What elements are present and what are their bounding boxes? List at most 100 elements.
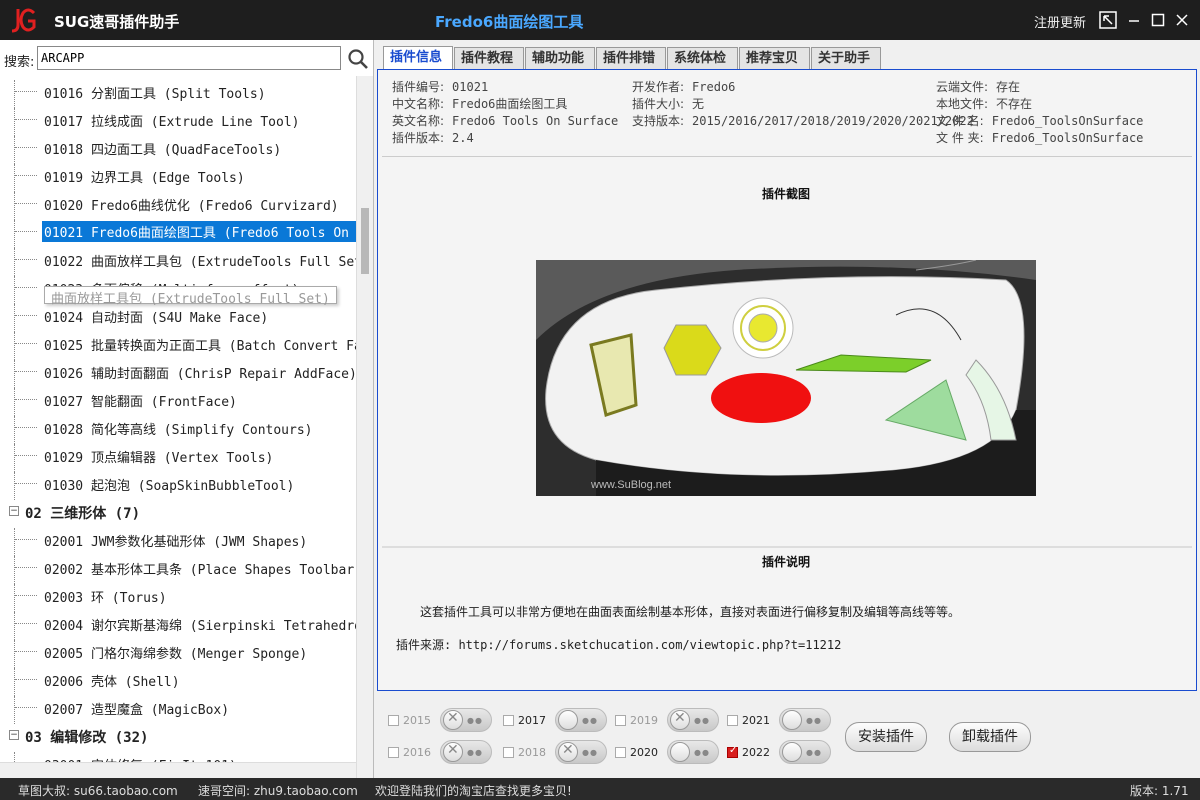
maximize-icon[interactable] — [1148, 10, 1168, 30]
info-value: Fredo6_ToolsOnSurface — [991, 131, 1144, 145]
collapse-icon[interactable]: − — [9, 730, 19, 740]
tree-item[interactable]: 01020 Fredo6曲线优化 (Fredo6 Curvizard) — [0, 192, 356, 220]
tree-item[interactable]: 01028 简化等高线 (Simplify Contours) — [0, 416, 356, 444]
resize-icon[interactable] — [1098, 10, 1118, 30]
search-icon[interactable] — [346, 47, 370, 71]
tree-connector — [15, 427, 37, 428]
tree-item[interactable]: 02003 环 (Torus) — [0, 584, 356, 612]
info-label: 插件大小: — [632, 97, 685, 111]
search-input[interactable] — [37, 46, 341, 70]
tree-item[interactable]: 01018 四边面工具 (QuadFaceTools) — [0, 136, 356, 164]
tab-5[interactable]: 系统体检 — [667, 47, 738, 69]
status-version: 版本: 1.71 — [1130, 784, 1189, 798]
info-row: 开发作者: Fredo6 — [632, 78, 735, 95]
tree-item-label: 01017 拉线成面 (Extrude Line Tool) — [44, 115, 300, 130]
tree-connector — [15, 371, 37, 372]
tree-item[interactable]: 02004 谢尔宾斯基海绵 (Sierpinski Tetrahedron) — [0, 612, 356, 640]
version-toggle[interactable]: ●● — [779, 740, 831, 764]
tree-item-label: 02003 环 (Torus) — [44, 591, 167, 606]
tree-item[interactable]: 01030 起泡泡 (SoapSkinBubbleTool) — [0, 472, 356, 500]
version-toggle[interactable]: ✕ ●● — [555, 740, 607, 764]
version-checkbox[interactable] — [727, 715, 738, 726]
toggle-dots-icon: ●● — [806, 716, 822, 725]
version-checkbox[interactable] — [388, 715, 399, 726]
screenshot-title: 插件截图 — [762, 187, 811, 201]
tree-item-label: 02001 JWM参数化基础形体 (JWM Shapes) — [44, 535, 308, 550]
tree-vertical-scrollbar[interactable] — [356, 76, 373, 778]
tree-item[interactable]: 01029 顶点编辑器 (Vertex Tools) — [0, 444, 356, 472]
tree-category[interactable]: −02 三维形体 (7) — [0, 500, 356, 522]
tree-connector — [14, 472, 15, 500]
tree-connector — [15, 707, 37, 708]
app-title: SUG速哥插件助手 — [54, 13, 180, 31]
tree-item[interactable]: 01024 自动封面 (S4U Make Face) — [0, 304, 356, 332]
version-checkbox[interactable] — [503, 715, 514, 726]
tree-item[interactable]: 01027 智能翻面 (FrontFace) — [0, 388, 356, 416]
register-update-link[interactable]: 注册更新 — [1034, 12, 1086, 31]
tree-connector — [14, 304, 15, 332]
scroll-thumb[interactable] — [361, 208, 369, 274]
version-toggle[interactable]: ✕ ●● — [667, 708, 719, 732]
info-value: Fredo6曲面绘图工具 — [452, 97, 568, 111]
version-toggle[interactable]: ●● — [667, 740, 719, 764]
disabled-icon: ✕ — [447, 710, 459, 726]
toggle-knob — [670, 742, 690, 762]
tree-connector — [14, 388, 15, 416]
tree-item[interactable]: 01025 批量转换面为正面工具 (Batch Convert Faces) — [0, 332, 356, 360]
tree-horizontal-scrollbar[interactable] — [0, 762, 356, 778]
toggle-knob — [782, 742, 802, 762]
tab-2[interactable]: 插件教程 — [454, 47, 524, 69]
minimize-icon[interactable] — [1124, 10, 1144, 30]
tree-item[interactable]: 02001 JWM参数化基础形体 (JWM Shapes) — [0, 528, 356, 556]
tree-item[interactable]: 01016 分割面工具 (Split Tools) — [0, 80, 356, 108]
tree-item[interactable]: 01026 辅助封面翻面 (ChrisP Repair AddFace) — [0, 360, 356, 388]
tree-connector — [14, 220, 15, 248]
tree-connector — [15, 399, 37, 400]
tree-item[interactable]: 01017 拉线成面 (Extrude Line Tool) — [0, 108, 356, 136]
info-row: 插件版本: 2.4 — [392, 129, 474, 146]
plugin-info-content: 插件编号: 01021 中文名称: Fredo6曲面绘图工具 英文名称: Fredo6 T… — [377, 69, 1197, 691]
tree-item[interactable]: 01022 曲面放样工具包 (ExtrudeTools Full Set) — [0, 248, 356, 276]
tree-connector — [14, 164, 15, 192]
plugin-screenshot: www.SuBlog.net — [536, 259, 1036, 496]
close-icon[interactable] — [1172, 10, 1192, 30]
tree-item[interactable]: 01019 边界工具 (Edge Tools) — [0, 164, 356, 192]
tree-connector — [15, 539, 37, 540]
version-toggle[interactable]: ●● — [779, 708, 831, 732]
tab-4[interactable]: 插件排错 — [596, 47, 666, 69]
tree-item[interactable]: 01021 Fredo6曲面绘图工具 (Fredo6 Tools On Surf… — [0, 220, 356, 248]
version-toggle[interactable]: ●● — [555, 708, 607, 732]
install-plugin-button[interactable]: 安装插件 — [845, 722, 927, 752]
version-toggle[interactable]: ✕ ●● — [440, 708, 492, 732]
version-checkbox[interactable] — [615, 715, 626, 726]
tree-item[interactable]: 02005 门格尔海绵参数 (Menger Sponge) — [0, 640, 356, 668]
info-label: 支持版本: — [632, 114, 685, 128]
uninstall-plugin-button[interactable]: 卸载插件 — [949, 722, 1031, 752]
tree-item[interactable]: 02002 基本形体工具条 (Place Shapes Toolbar) — [0, 556, 356, 584]
tree-item-label: 01026 辅助封面翻面 (ChrisP Repair AddFace) — [44, 367, 356, 382]
version-checkbox[interactable] — [388, 747, 399, 758]
tree-category[interactable]: −03 编辑修改 (32) — [0, 724, 356, 746]
tree-connector — [15, 651, 37, 652]
version-year-label: 2018 — [518, 746, 546, 759]
version-checkbox[interactable] — [727, 745, 738, 758]
version-checkbox[interactable] — [503, 747, 514, 758]
tab-6[interactable]: 推荐宝贝 — [739, 47, 810, 69]
tree-item-label: 02004 谢尔宾斯基海绵 (Sierpinski Tetrahedron) — [44, 619, 356, 634]
status-link-caodashu[interactable]: 草图大叔: su66.taobao.com — [18, 782, 178, 799]
tree-connector — [14, 108, 15, 136]
version-toggle[interactable]: ✕ ●● — [440, 740, 492, 764]
tree-item[interactable]: 02007 造型魔盒 (MagicBox) — [0, 696, 356, 724]
collapse-icon[interactable]: − — [9, 506, 19, 516]
tree-item[interactable]: 02006 壳体 (Shell) — [0, 668, 356, 696]
info-row: 文 件 夹: Fredo6_ToolsOnSurface — [936, 129, 1143, 146]
tree-connector — [14, 332, 15, 360]
tree-connector — [14, 612, 15, 640]
tab-7[interactable]: 关于助手 — [811, 47, 881, 69]
tree-item-label: 02005 门格尔海绵参数 (Menger Sponge) — [44, 647, 308, 662]
tab-3[interactable]: 辅助功能 — [525, 47, 595, 69]
status-link-suge[interactable]: 速哥空间: zhu9.taobao.com — [198, 782, 358, 799]
tab-1[interactable]: 插件信息 — [383, 46, 453, 70]
info-label: 本地文件: — [936, 97, 989, 111]
version-checkbox[interactable] — [615, 747, 626, 758]
